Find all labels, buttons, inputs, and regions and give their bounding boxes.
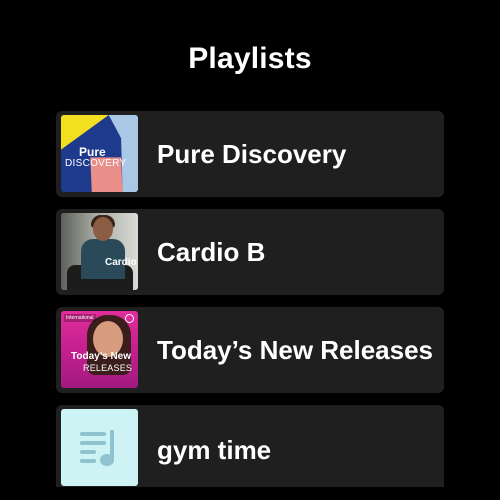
page-title: Playlists bbox=[188, 42, 312, 75]
playlist-cover-cardio: Cardio bbox=[61, 213, 138, 290]
cover-tag: International bbox=[64, 314, 96, 322]
cover-logo-icon bbox=[125, 314, 134, 323]
cover-text-pure: Pure bbox=[79, 145, 106, 159]
cover-text-todays-new: Today’s New bbox=[71, 351, 132, 362]
playlist-name: Today’s New Releases bbox=[157, 334, 434, 365]
playlist-cover-pure-discovery: Pure DISCOVERY bbox=[61, 115, 138, 192]
playlist-cover-gym-time bbox=[61, 409, 138, 486]
playlist-list: Pure DISCOVERY Pure Discovery Cardio Car… bbox=[56, 111, 444, 487]
cover-text-discovery: DISCOVERY bbox=[65, 158, 127, 169]
cover-text-releases: RELEASES bbox=[83, 363, 133, 373]
playlist-cover-todays-new-releases: International Today’s New RELEASES bbox=[61, 311, 138, 388]
cover-text-cardio: Cardio bbox=[105, 257, 137, 268]
playlist-item-todays-new-releases[interactable]: International Today’s New RELEASES Today… bbox=[56, 307, 444, 393]
music-note-list-icon bbox=[79, 429, 114, 466]
playlist-item-gym-time[interactable]: gym time bbox=[56, 405, 444, 487]
playlist-name: Pure Discovery bbox=[157, 138, 347, 169]
playlist-name: gym time bbox=[157, 434, 272, 465]
playlist-name: Cardio B bbox=[157, 236, 266, 267]
playlist-item-pure-discovery[interactable]: Pure DISCOVERY Pure Discovery bbox=[56, 111, 444, 197]
playlist-item-cardio-b[interactable]: Cardio Cardio B bbox=[56, 209, 444, 295]
